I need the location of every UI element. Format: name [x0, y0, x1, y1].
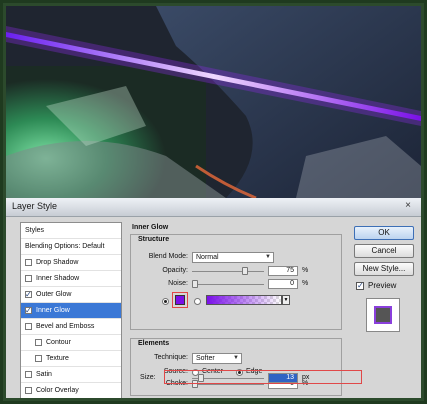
style-list-item[interactable]: Contour [21, 335, 121, 351]
size-label: Size: [140, 374, 156, 381]
cancel-button[interactable]: Cancel [354, 244, 414, 258]
preview-checkbox[interactable]: ✓ [356, 282, 364, 290]
style-list-item[interactable]: Bevel and Emboss [21, 319, 121, 335]
preview-toggle[interactable]: ✓ Preview [356, 280, 416, 292]
style-list-item[interactable]: Inner Glow [21, 303, 121, 319]
blend-mode-value: Normal [196, 254, 219, 261]
dialog-title: Layer Style [12, 201, 58, 211]
opacity-slider[interactable] [192, 267, 264, 275]
style-list-label: Inner Glow [36, 307, 70, 314]
elements-title: Elements [138, 340, 170, 347]
canvas-photo [6, 6, 421, 198]
opacity-unit: % [302, 267, 309, 274]
gradient-picker[interactable] [206, 295, 282, 305]
opacity-track [192, 271, 264, 272]
style-list-label: Styles [25, 227, 45, 234]
style-list-item[interactable]: Color Overlay [21, 383, 121, 398]
panel-title: Inner Glow [132, 224, 169, 231]
gradient-dropdown-icon[interactable]: ▼ [282, 295, 290, 305]
style-list-item[interactable]: Texture [21, 351, 121, 367]
ok-button[interactable]: OK [354, 226, 414, 240]
solid-color-radio[interactable] [162, 298, 169, 305]
preview-thumbnail [366, 298, 400, 332]
style-list-label: Bevel and Emboss [36, 323, 95, 330]
style-list-item[interactable]: Outer Glow [21, 287, 121, 303]
blend-mode-label: Blend Mode: [148, 253, 188, 260]
close-icon[interactable]: × [401, 200, 415, 212]
style-list-label: Outer Glow [36, 291, 72, 298]
style-checkbox[interactable] [25, 303, 32, 319]
noise-thumb[interactable] [192, 280, 198, 288]
size-thumb[interactable] [198, 374, 204, 382]
style-list-item[interactable]: Styles [21, 223, 121, 239]
style-list-item[interactable]: Inner Shadow [21, 271, 121, 287]
noise-input[interactable]: 0 [268, 279, 298, 289]
chevron-down-icon: ▼ [265, 254, 271, 260]
noise-track [192, 284, 264, 285]
style-checkbox[interactable] [25, 387, 32, 394]
style-checkbox[interactable] [25, 323, 32, 330]
size-slider[interactable] [192, 374, 264, 382]
noise-label: Noise: [168, 280, 188, 287]
style-list-label: Blending Options: Default [25, 243, 105, 250]
preview-swatch [374, 306, 392, 324]
style-list-label: Contour [46, 339, 71, 346]
dialog-titlebar[interactable]: Layer Style × [6, 198, 421, 217]
noise-unit: % [302, 280, 309, 287]
opacity-thumb[interactable] [241, 267, 248, 275]
gradient-radio[interactable] [194, 298, 201, 305]
opacity-label: Opacity: [162, 267, 188, 274]
style-list-label: Texture [46, 355, 69, 362]
glow-color-swatch[interactable] [175, 295, 185, 305]
style-list-item[interactable]: Satin [21, 367, 121, 383]
chevron-down-icon: ▼ [233, 355, 239, 361]
style-list-label: Drop Shadow [36, 259, 79, 266]
noise-slider[interactable] [192, 280, 264, 288]
style-list-item[interactable]: Drop Shadow [21, 255, 121, 271]
style-checkbox[interactable] [35, 339, 42, 346]
technique-value: Softer [196, 355, 215, 362]
opacity-input[interactable]: 75 [268, 266, 298, 276]
choke-track [192, 384, 264, 385]
new-style-button[interactable]: New Style... [354, 262, 414, 276]
structure-title: Structure [138, 236, 170, 243]
preview-label: Preview [368, 281, 397, 290]
layer-style-dialog: Layer Style × Styles Blending Options: De… [6, 198, 421, 398]
style-checkbox[interactable] [25, 275, 32, 282]
technique-select[interactable]: Softer ▼ [192, 353, 242, 364]
technique-label: Technique: [154, 354, 188, 361]
style-list-label: Inner Shadow [36, 275, 80, 282]
size-unit: px [302, 374, 310, 381]
style-checkbox[interactable] [35, 355, 42, 362]
styles-list: Styles Blending Options: Default Drop Shad… [20, 222, 122, 398]
style-list-label: Satin [36, 371, 52, 378]
style-list-label: Color Overlay [36, 387, 79, 394]
style-checkbox[interactable] [25, 259, 32, 266]
size-input[interactable]: 13 [268, 373, 298, 383]
photo-artwork [6, 6, 421, 198]
blend-mode-select[interactable]: Normal ▼ [192, 252, 274, 263]
style-checkbox[interactable] [25, 371, 32, 378]
style-list-item[interactable]: Blending Options: Default [21, 239, 121, 255]
style-checkbox[interactable] [25, 287, 32, 303]
